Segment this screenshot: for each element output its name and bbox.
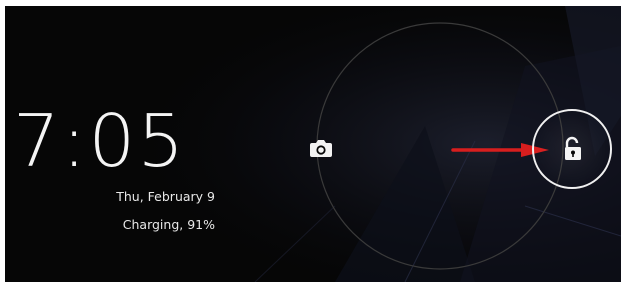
clock-time: 7:05 <box>13 99 187 183</box>
lockscreen: 7:05 Thu, February 9 Charging, 91% <box>5 6 621 282</box>
unlock-icon <box>565 136 581 160</box>
unlock-handle[interactable] <box>532 109 612 189</box>
battery-status: Charging, 91% <box>122 217 215 232</box>
date-label: Thu, February 9 <box>116 189 215 204</box>
camera-icon[interactable] <box>309 137 333 159</box>
